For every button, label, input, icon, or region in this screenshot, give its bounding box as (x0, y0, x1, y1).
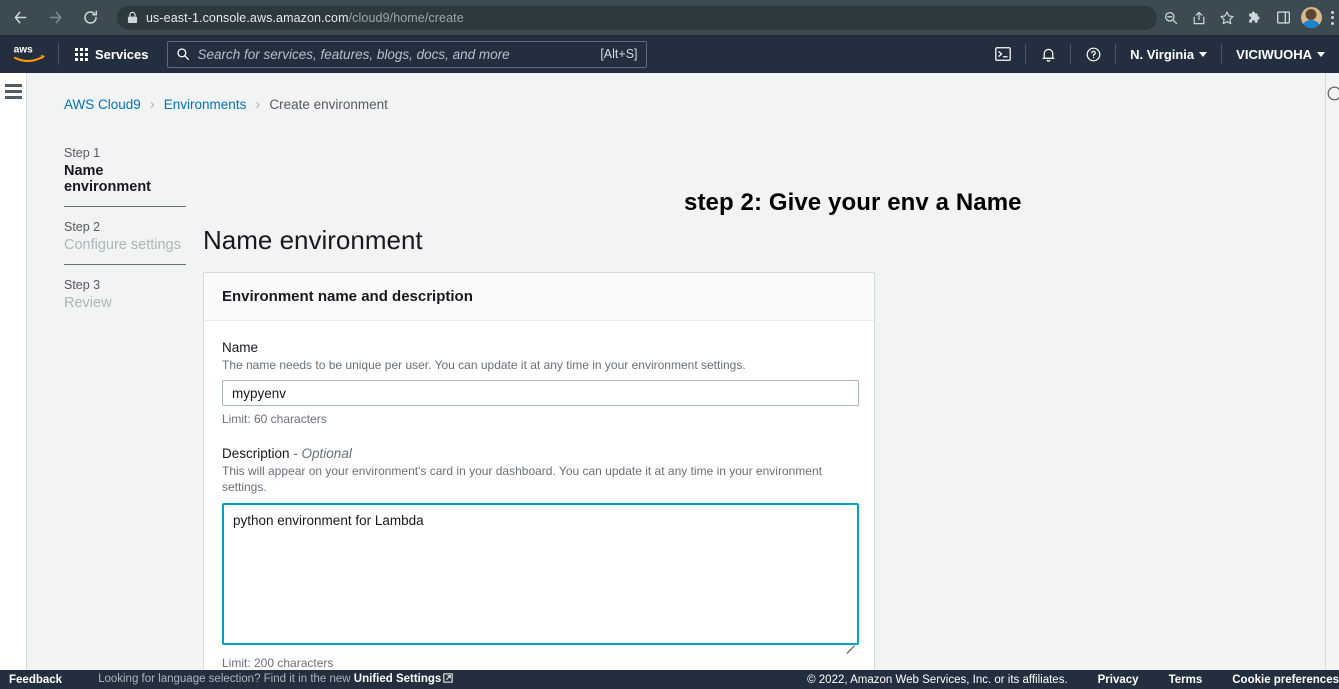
description-textarea-wrapper (222, 502, 859, 654)
card-header: Environment name and description (204, 273, 874, 321)
external-link-icon (443, 673, 453, 686)
name-description: The name needs to be unique per user. Yo… (222, 358, 746, 372)
unified-settings-link[interactable]: Unified Settings (354, 673, 442, 685)
question-mark-icon[interactable] (1071, 35, 1115, 73)
search-input[interactable] (197, 46, 601, 62)
environment-name-card: Environment name and description Name Th… (203, 272, 875, 689)
services-menu-button[interactable]: Services (69, 43, 155, 66)
description-field-group: Description - Optional This will appear … (222, 446, 859, 670)
url-path: /cloud9/home/create (348, 10, 464, 25)
name-field-group: Name The name needs to be unique per use… (222, 340, 859, 427)
reload-icon[interactable] (75, 3, 105, 33)
left-nav-rail (0, 73, 27, 670)
breadcrumb-separator: › (149, 96, 155, 113)
side-panel-icon[interactable] (1269, 4, 1297, 32)
browser-toolbar: us-east-1.console.aws.amazon.com/cloud9/… (0, 0, 1339, 35)
address-bar[interactable]: us-east-1.console.aws.amazon.com/cloud9/… (117, 5, 1157, 30)
three-dot-menu-icon[interactable] (1325, 4, 1339, 32)
step-number: Step 3 (64, 278, 101, 292)
star-icon[interactable] (1213, 4, 1241, 32)
url-host: us-east-1.console.aws.amazon.com (146, 10, 349, 25)
step-label: Review (64, 295, 112, 311)
global-search[interactable]: [Alt+S] (166, 40, 647, 68)
step-label: Name environment (64, 163, 152, 195)
optional-tag: - Optional (293, 446, 352, 462)
description-textarea[interactable] (222, 502, 859, 645)
breadcrumb-item-aws-cloud9[interactable]: AWS Cloud9 (64, 97, 141, 112)
wizard-step-2[interactable]: Step 2 Configure settings (64, 206, 186, 264)
back-arrow-icon[interactable] (5, 3, 35, 33)
name-input[interactable] (222, 380, 859, 407)
copyright-text: © 2022, Amazon Web Services, Inc. or its… (807, 673, 1068, 686)
wizard-step-1[interactable]: Step 1 Name environment (64, 146, 186, 206)
search-icon[interactable] (1157, 4, 1185, 32)
search-shortcut-hint: [Alt+S] (600, 47, 638, 61)
right-help-rail (1325, 73, 1339, 670)
wizard-steps: Step 1 Name environment Step 2 Configure… (64, 146, 186, 322)
region-selector[interactable]: N. Virginia (1116, 47, 1221, 62)
forward-arrow-icon[interactable] (40, 3, 70, 33)
cloudshell-icon[interactable] (981, 35, 1025, 73)
account-menu[interactable]: VICIWUOHA (1222, 47, 1339, 62)
feedback-link[interactable]: Feedback (9, 674, 62, 686)
services-label: Services (95, 46, 149, 62)
language-settings-notice: Looking for language selection? Find it … (98, 673, 453, 686)
region-label: N. Virginia (1130, 46, 1195, 62)
console-footer: Feedback Looking for language selection?… (0, 670, 1339, 689)
nav-divider (58, 43, 59, 65)
name-limit-note: Limit: 60 characters (222, 412, 327, 427)
step-number: Step 2 (64, 220, 101, 234)
account-label: VICIWUOHA (1236, 46, 1312, 62)
wizard-step-3[interactable]: Step 3 Review (64, 264, 186, 322)
privacy-link[interactable]: Privacy (1098, 674, 1139, 686)
share-icon[interactable] (1185, 4, 1213, 32)
terms-link[interactable]: Terms (1169, 674, 1203, 686)
card-body: Name The name needs to be unique per use… (204, 321, 874, 689)
footer-right: © 2022, Amazon Web Services, Inc. or its… (807, 674, 1339, 686)
description-label-text: Description (222, 446, 290, 462)
lock-icon (127, 11, 138, 24)
aws-logo[interactable]: aws (10, 43, 48, 65)
aws-top-navigation: aws Services [Alt+S] (0, 35, 1339, 73)
cookie-preferences-link[interactable]: Cookie preferences (1232, 674, 1339, 686)
grid-icon (75, 47, 88, 61)
puzzle-icon[interactable] (1241, 4, 1269, 32)
breadcrumb-separator: › (255, 96, 261, 113)
bell-icon[interactable] (1026, 35, 1070, 73)
chevron-down-icon (1199, 51, 1208, 57)
aws-nav-right: N. Virginia VICIWUOHA (981, 35, 1339, 73)
help-panel-icon[interactable] (1326, 85, 1339, 107)
step-number: Step 1 (64, 146, 101, 160)
annotation-text: step 2: Give your env a Name (684, 189, 1022, 216)
breadcrumb-item-create-environment: Create environment (269, 97, 388, 112)
breadcrumb: AWS Cloud9 › Environments › Create envir… (64, 96, 388, 113)
page-title: Name environment (203, 225, 423, 255)
hamburger-menu-icon[interactable] (5, 84, 22, 99)
avatar[interactable] (1297, 4, 1325, 32)
name-label: Name (222, 340, 259, 355)
chevron-down-icon (1317, 51, 1325, 57)
svg-text:aws: aws (13, 45, 33, 56)
step-label: Configure settings (64, 237, 181, 253)
description-label: Description - Optional (222, 446, 856, 461)
description-help-text: This will appear on your environment's c… (222, 464, 822, 495)
console-page: AWS Cloud9 › Environments › Create envir… (0, 73, 1339, 689)
url-text: us-east-1.console.aws.amazon.com/cloud9/… (146, 11, 464, 25)
browser-actions (1157, 0, 1339, 35)
breadcrumb-item-environments[interactable]: Environments (164, 97, 247, 112)
description-limit-note: Limit: 200 characters (222, 655, 334, 670)
language-notice-text: Looking for language selection? Find it … (98, 673, 354, 685)
search-icon (176, 47, 190, 61)
